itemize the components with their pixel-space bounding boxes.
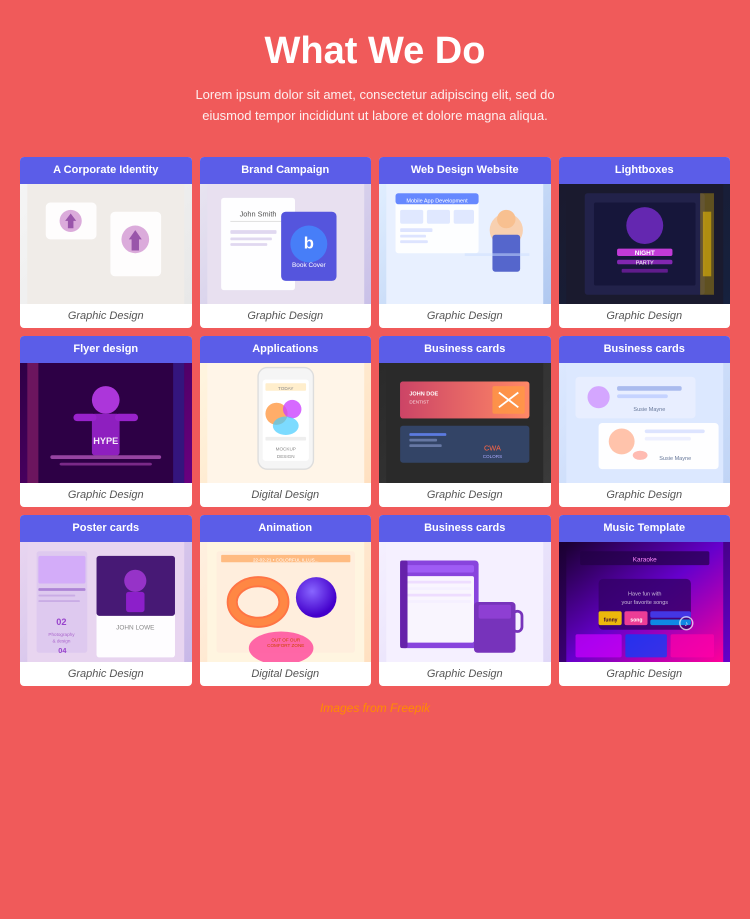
card-image-lightbox: NIGHT PARTY — [559, 184, 731, 304]
card-header-biz2: Business cards — [559, 336, 731, 363]
card-footer-brand: Graphic Design — [200, 304, 372, 328]
page-title: What We Do — [20, 30, 730, 73]
svg-text:DESIGN: DESIGN — [276, 454, 294, 459]
card-image-corporate — [20, 184, 192, 304]
card-image-apps: TODAY MOCKUP DESIGN — [200, 363, 372, 483]
svg-text:22-02-21 • COLORFUL ILLUS...: 22-02-21 • COLORFUL ILLUS... — [253, 558, 319, 563]
svg-text:PARTY: PARTY — [635, 260, 653, 266]
svg-text:NIGHT: NIGHT — [634, 250, 654, 257]
page-wrapper: What We Do Lorem ipsum dolor sit amet, c… — [0, 0, 750, 755]
card-lightboxes[interactable]: Lightboxes NIGHT PARTY — [559, 157, 731, 328]
card-header-animation: Animation — [200, 515, 372, 542]
card-header-brand: Brand Campaign — [200, 157, 372, 184]
svg-text:Karaoke: Karaoke — [632, 557, 656, 564]
svg-text:Book Cover: Book Cover — [291, 262, 326, 269]
svg-text:02: 02 — [56, 617, 66, 627]
card-web-design[interactable]: Web Design Website Mobile App Developmen… — [379, 157, 551, 328]
footer-text: Images from — [320, 701, 390, 715]
svg-text:Mobile App Development: Mobile App Development — [406, 198, 468, 204]
card-header-biz1: Business cards — [379, 336, 551, 363]
svg-text:John Smith: John Smith — [239, 209, 276, 218]
svg-text:♪: ♪ — [684, 619, 688, 628]
svg-text:song: song — [630, 618, 642, 624]
card-footer-biz2: Graphic Design — [559, 483, 731, 507]
page-description: Lorem ipsum dolor sit amet, consectetur … — [175, 85, 575, 127]
card-image-animation: 22-02-21 • COLORFUL ILLUS... OUT OF — [200, 542, 372, 662]
svg-text:Susie Mayne: Susie Mayne — [659, 456, 691, 462]
footer-link[interactable]: Freepik — [390, 701, 430, 715]
svg-text:04: 04 — [58, 646, 67, 655]
svg-text:HYPE: HYPE — [93, 436, 118, 446]
card-image-music: Karaoke Have fun with your favorite song… — [559, 542, 731, 662]
card-header-music: Music Template — [559, 515, 731, 542]
svg-text:COMFORT ZONE: COMFORT ZONE — [267, 643, 304, 648]
card-brand-campaign[interactable]: Brand Campaign John Smith b Book Cover G… — [200, 157, 372, 328]
card-header-lightbox: Lightboxes — [559, 157, 731, 184]
svg-text:Photography: Photography — [48, 632, 75, 637]
svg-text:OUT OF OUR: OUT OF OUR — [271, 638, 301, 643]
svg-text:JOHN DOE: JOHN DOE — [409, 391, 438, 397]
card-footer-poster: Graphic Design — [20, 662, 192, 686]
svg-text:& design: & design — [52, 639, 70, 644]
card-image-biz1: JOHN DOE DENTIST CWA COLORS — [379, 363, 551, 483]
card-image-flyer: HYPE — [20, 363, 192, 483]
card-image-poster: 02 Photography & design JOHN LOWE 04 — [20, 542, 192, 662]
svg-text:TODAY: TODAY — [278, 386, 293, 391]
svg-text:b: b — [303, 233, 313, 252]
card-header-corporate: A Corporate Identity — [20, 157, 192, 184]
card-footer-corporate: Graphic Design — [20, 304, 192, 328]
card-flyer-design[interactable]: Flyer design HYPE — [20, 336, 192, 507]
card-footer-lightbox: Graphic Design — [559, 304, 731, 328]
card-image-biz2: Susie Mayne Susie Mayne — [559, 363, 731, 483]
page-header: What We Do Lorem ipsum dolor sit amet, c… — [20, 30, 730, 127]
card-business-cards-2[interactable]: Business cards Susie Mayne Susie — [559, 336, 731, 507]
footer-note: Images from Freepik — [20, 701, 730, 715]
svg-text:Susie Mayne: Susie Mayne — [633, 407, 665, 413]
card-footer-apps: Digital Design — [200, 483, 372, 507]
card-corporate-identity[interactable]: A Corporate Identity Graphic Design — [20, 157, 192, 328]
card-grid: A Corporate Identity Graphic Design Bran… — [20, 157, 730, 687]
card-header-biz3: Business cards — [379, 515, 551, 542]
card-music-template[interactable]: Music Template Karaoke — [559, 515, 731, 686]
card-image-brand: John Smith b Book Cover — [200, 184, 372, 304]
card-poster-cards[interactable]: Poster cards 02 Photography & design — [20, 515, 192, 686]
card-footer-biz1: Graphic Design — [379, 483, 551, 507]
card-image-web: Mobile App Development — [379, 184, 551, 304]
card-header-poster: Poster cards — [20, 515, 192, 542]
svg-text:COLORS: COLORS — [483, 454, 502, 459]
card-header-apps: Applications — [200, 336, 372, 363]
svg-text:Have fun with: Have fun with — [628, 592, 661, 598]
svg-text:funny: funny — [603, 618, 617, 624]
svg-text:DENTIST: DENTIST — [409, 400, 429, 405]
card-animation[interactable]: Animation 22-02-21 • COLORFUL ILLUS... — [200, 515, 372, 686]
card-footer-animation: Digital Design — [200, 662, 372, 686]
svg-text:JOHN LOWE: JOHN LOWE — [116, 625, 155, 632]
card-footer-flyer: Graphic Design — [20, 483, 192, 507]
card-header-web: Web Design Website — [379, 157, 551, 184]
card-footer-web: Graphic Design — [379, 304, 551, 328]
card-applications[interactable]: Applications TODAY MOCKUP DESIGN — [200, 336, 372, 507]
svg-text:your favorite songs: your favorite songs — [621, 600, 668, 606]
card-header-flyer: Flyer design — [20, 336, 192, 363]
svg-text:CWA: CWA — [484, 444, 501, 453]
card-business-cards-1[interactable]: Business cards JOHN DOE DENTIST — [379, 336, 551, 507]
card-footer-music: Graphic Design — [559, 662, 731, 686]
svg-text:MOCKUP: MOCKUP — [275, 447, 295, 452]
card-business-cards-3[interactable]: Business cards — [379, 515, 551, 686]
card-image-biz3 — [379, 542, 551, 662]
card-footer-biz3: Graphic Design — [379, 662, 551, 686]
